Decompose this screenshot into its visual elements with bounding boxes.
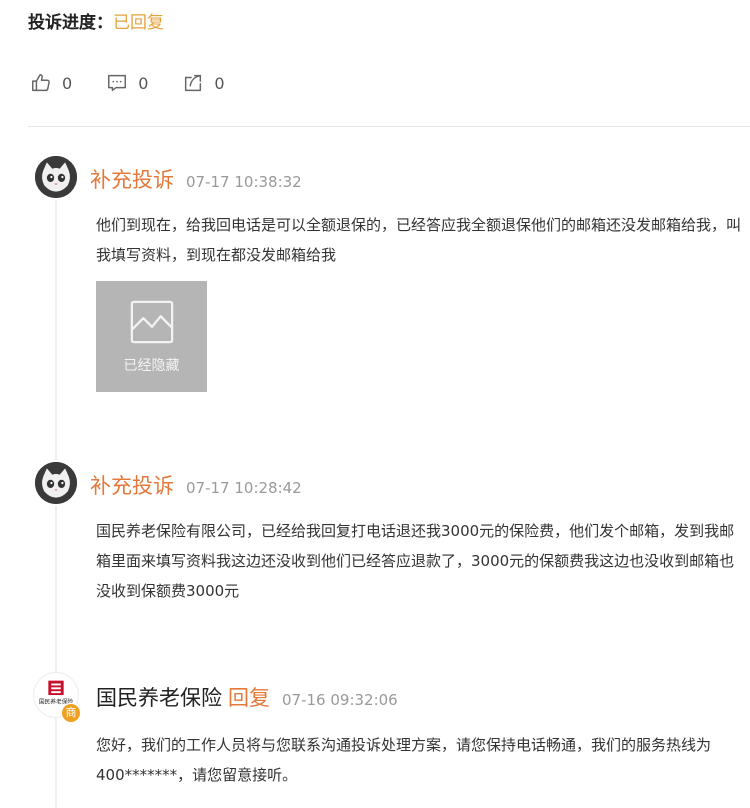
entry-header: 国民养老保险 回复 07-16 09:32:06: [96, 682, 398, 712]
timestamp: 07-16 09:32:06: [282, 691, 398, 709]
avatar-wrap: [28, 458, 84, 528]
like-button[interactable]: 0: [30, 72, 72, 94]
comment-icon: [108, 74, 127, 92]
share-button[interactable]: 0: [182, 72, 225, 94]
entry-text: 您好，我们的工作人员将与您联系沟通投诉处理方案，请您保持电话畅通，我们的服务热线…: [96, 736, 712, 784]
share-count: 0: [214, 73, 225, 93]
author-name[interactable]: 国民养老保险: [96, 682, 222, 712]
author-name[interactable]: 补充投诉: [90, 470, 174, 500]
avatar-wrap: 国民养老保险 商: [28, 670, 84, 740]
merchant-badge: 商: [61, 703, 81, 723]
like-count: 0: [62, 73, 73, 93]
status-value: 已回复: [113, 13, 164, 33]
entry-text: 国民养老保险有限公司，已经给我回复打电话退还我3000元的保险费，他们发个邮箱，…: [96, 522, 735, 600]
cat-avatar-icon: [35, 462, 77, 504]
author-name[interactable]: 补充投诉: [90, 164, 174, 194]
divider: [28, 126, 750, 127]
avatar-wrap: [28, 152, 84, 222]
comment-button[interactable]: 0: [106, 72, 148, 94]
entry-header: 补充投诉 07-17 10:38:32: [90, 164, 302, 194]
action-bar: 0 0 0: [30, 72, 259, 94]
timestamp: 07-17 10:38:32: [186, 173, 302, 191]
hidden-image[interactable]: 已经隐藏: [96, 281, 207, 392]
image-icon: [130, 300, 173, 343]
reply-tag: 回复: [228, 686, 270, 710]
hidden-image-label: 已经隐藏: [123, 357, 180, 374]
share-icon: [185, 74, 202, 92]
thumbs-up-icon: [32, 74, 50, 92]
comment-count: 0: [138, 73, 149, 93]
complaint-status: 投诉进度：已回复: [28, 8, 164, 33]
avatar[interactable]: [33, 460, 79, 506]
entry-text: 他们到现在，给我回电话是可以全额退保的，已经答应我全额退保他们的邮箱还没发邮箱给…: [96, 216, 742, 264]
cat-avatar-icon: [35, 156, 77, 198]
entry-header: 补充投诉 07-17 10:28:42: [90, 470, 302, 500]
timestamp: 07-17 10:28:42: [186, 479, 302, 497]
status-label: 投诉进度：: [28, 13, 113, 33]
avatar[interactable]: [33, 154, 79, 200]
